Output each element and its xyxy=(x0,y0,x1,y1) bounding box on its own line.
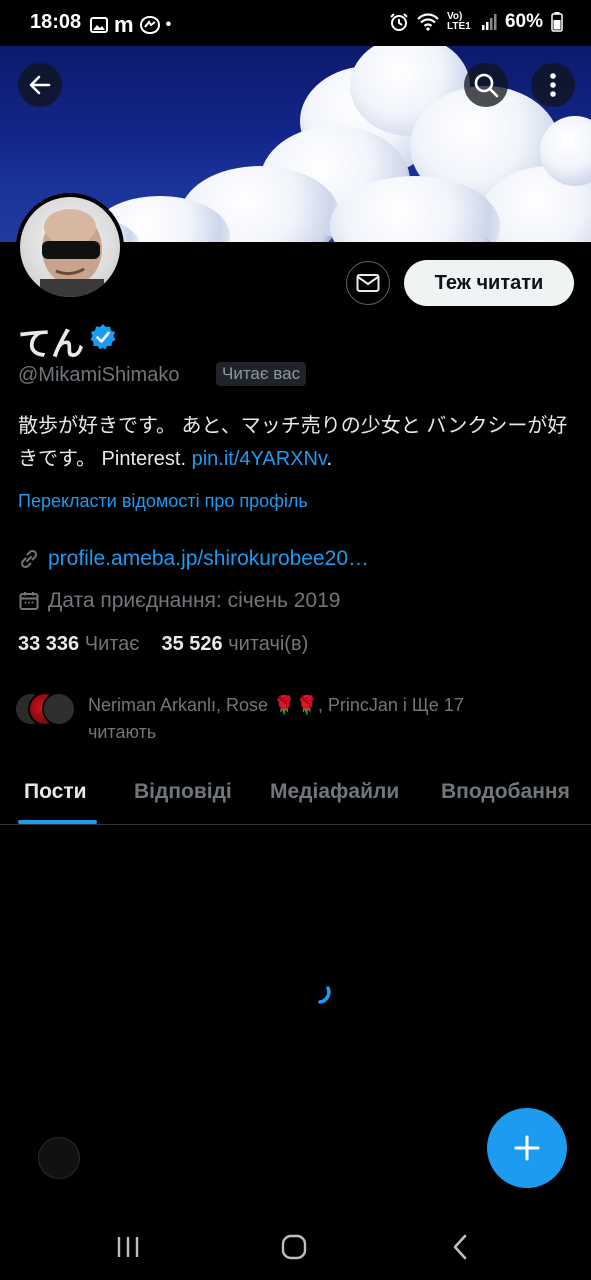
home-icon xyxy=(281,1234,307,1260)
signal-icon xyxy=(481,14,497,30)
alarm-icon xyxy=(390,13,408,31)
status-left-icons: m • xyxy=(90,12,171,38)
more-vertical-icon xyxy=(550,73,556,97)
joined-row: Дата приєднання: січень 2019 xyxy=(18,589,340,613)
mutual-avatar xyxy=(42,692,76,726)
network-label: Vo) LTE1 xyxy=(446,11,471,32)
translate-bio-link[interactable]: Перекласти відомості про профіль xyxy=(18,491,308,512)
joined-date: Дата приєднання: січень 2019 xyxy=(48,589,341,612)
profile-tabs: Пости Відповіді Медіафайли Вподобання xyxy=(0,760,591,825)
verified-badge-icon xyxy=(90,324,116,350)
search-button[interactable] xyxy=(464,63,508,107)
bio-link[interactable]: pin.it/4YARXNv xyxy=(192,448,327,470)
system-navigation-bar xyxy=(0,1212,591,1280)
gallery-icon xyxy=(90,17,108,33)
avatar-photo xyxy=(20,197,120,297)
profile-avatar[interactable] xyxy=(16,193,124,301)
back-button[interactable] xyxy=(18,63,62,107)
follow-back-button[interactable]: Теж читати xyxy=(404,260,574,306)
follows-you-badge: Читає вас xyxy=(216,362,307,386)
more-options-button[interactable] xyxy=(531,63,575,107)
status-right-icons: Vo) LTE1 60% xyxy=(389,11,563,33)
tab-likes[interactable]: Вподобання xyxy=(441,780,570,804)
dot-icon: • xyxy=(165,16,172,33)
tab-media[interactable]: Медіафайли xyxy=(270,780,399,804)
display-name: てん xyxy=(18,325,84,362)
search-icon xyxy=(474,73,499,98)
mutual-avatars[interactable] xyxy=(14,692,76,726)
recent-apps-button[interactable] xyxy=(108,1230,148,1264)
battery-icon xyxy=(551,12,563,32)
active-tab-indicator xyxy=(18,820,97,824)
arrow-left-icon xyxy=(29,75,51,95)
profile-handle: @MikamiShimako xyxy=(18,364,180,386)
chevron-left-icon xyxy=(453,1234,467,1260)
home-button[interactable] xyxy=(274,1230,314,1264)
calendar-icon xyxy=(19,592,39,610)
bio-end: . xyxy=(326,448,333,470)
mutual-followers-text[interactable]: Neriman Arkanlı, Rose 🌹🌹, PrincJan і Ще … xyxy=(88,692,528,746)
plus-icon xyxy=(514,1135,540,1161)
website-link[interactable]: profile.ameba.jp/shirokurobee20… xyxy=(48,547,369,571)
recent-apps-icon xyxy=(117,1237,139,1257)
status-bar: 18:08 m • Vo) LTE1 60% xyxy=(0,0,591,46)
status-time: 18:08 xyxy=(30,11,82,33)
messenger-icon xyxy=(139,16,160,34)
loading-spinner-icon xyxy=(318,986,331,1004)
profile-bio: 散歩が好きです。 あと、マッチ売りの少女と バンクシーが好きです。 Pinter… xyxy=(18,410,578,476)
follow-counts: 33 336 Читає 35 526 читачі(в) xyxy=(18,633,308,656)
battery-percent: 60% xyxy=(504,11,543,32)
m-icon: m xyxy=(114,12,134,37)
link-icon xyxy=(20,549,38,569)
system-back-button[interactable] xyxy=(440,1230,480,1264)
message-button[interactable] xyxy=(346,261,390,305)
website-row: profile.ameba.jp/shirokurobee20… xyxy=(18,547,369,571)
floating-circle[interactable] xyxy=(38,1137,80,1179)
tab-posts[interactable]: Пости xyxy=(24,780,87,804)
compose-post-button[interactable] xyxy=(487,1108,567,1188)
wifi-icon xyxy=(417,13,439,31)
tab-replies[interactable]: Відповіді xyxy=(134,780,232,804)
following-count[interactable]: 33 336 Читає xyxy=(18,633,140,656)
envelope-icon xyxy=(356,274,380,292)
followers-count[interactable]: 35 526 читачі(в) xyxy=(162,633,309,656)
